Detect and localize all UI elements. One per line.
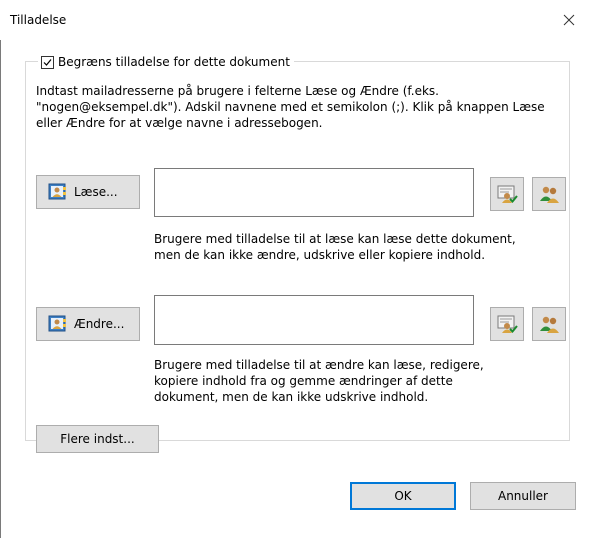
read-users-field[interactable] [154,168,474,217]
change-check-names-button[interactable] [490,307,524,341]
read-button-label: Læse... [74,185,118,199]
read-check-names-button[interactable] [490,177,524,211]
cancel-label: Annuller [497,489,548,503]
more-options-button[interactable]: Flere indst... [36,425,159,453]
instructions-line: Indtast mailadresserne på brugere i felt… [36,84,439,98]
checkbox-box[interactable] [41,55,54,69]
change-users-button[interactable] [532,307,566,341]
change-description-line: kopiere indhold fra og gemme ændringer a… [154,374,453,388]
ok-label: OK [394,489,412,503]
close-button[interactable] [546,0,592,40]
users-icon [540,186,559,203]
change-description: Brugere med tilladelse til at ændre kan … [154,357,534,405]
checkmark-icon [43,58,52,66]
read-description-line: men de kan ikke ændre, udskrive eller ko… [154,248,486,262]
permission-dialog: Tilladelse Begræns tilladelse for dette … [0,0,592,538]
read-users-button[interactable] [532,177,566,211]
instructions-line: eller Ændre for at vælge navne i adresse… [36,116,323,130]
check-names-icon [497,185,518,203]
window-title: Tilladelse [10,13,67,27]
change-button[interactable]: Ændre... [36,307,140,341]
read-button[interactable]: Læse... [36,175,140,209]
read-description: Brugere med tilladelse til at læse kan l… [154,231,534,263]
check-names-icon [497,315,518,333]
window-border [0,0,1,538]
change-description-line: dokument, men de kan ikke udskrive indho… [154,390,429,404]
title-bar: Tilladelse [0,0,592,40]
users-icon [540,316,559,333]
more-options-label: Flere indst... [60,432,135,446]
change-button-label: Ændre... [74,317,125,331]
address-book-icon [47,314,69,334]
change-users-field[interactable] [154,295,474,345]
instructions-text: Indtast mailadresserne på brugere i felt… [36,83,556,131]
restrict-permission-label: Begræns tilladelse for dette dokument [58,55,290,69]
read-description-line: Brugere med tilladelse til at læse kan l… [154,232,516,246]
cancel-button[interactable]: Annuller [470,482,576,510]
change-description-line: Brugere med tilladelse til at ændre kan … [154,358,484,372]
instructions-line: "nogen@eksempel.dk"). Adskil navnene med… [36,100,545,114]
close-icon [563,14,575,26]
restrict-permission-checkbox[interactable]: Begræns tilladelse for dette dokument [38,53,294,71]
ok-button[interactable]: OK [350,482,456,510]
address-book-icon [47,182,69,202]
